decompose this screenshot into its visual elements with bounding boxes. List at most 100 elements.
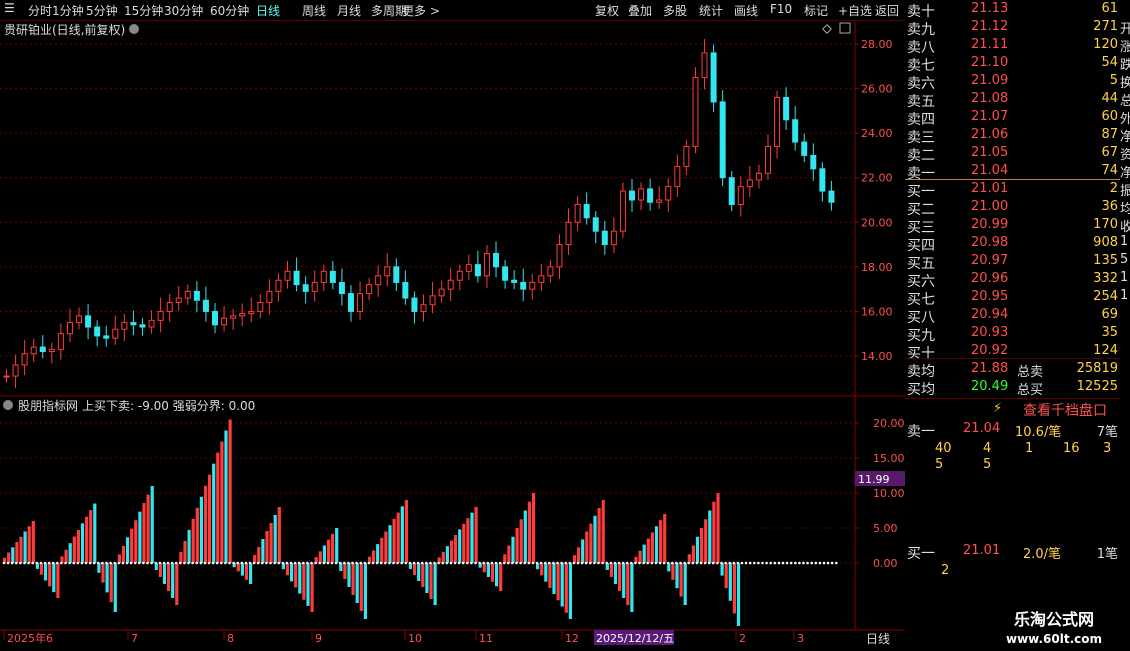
book-label: 卖九 bbox=[907, 22, 935, 38]
period-tab-4[interactable]: 30分钟 bbox=[164, 2, 203, 19]
bid-row-0[interactable]: 买一 21.01 2 bbox=[905, 181, 1120, 200]
zero-dot bbox=[105, 561, 108, 565]
candle-body-48 bbox=[438, 288, 445, 297]
period-tab-1[interactable]: 1分钟 bbox=[52, 2, 84, 19]
toolbar-action-6[interactable]: 标记 bbox=[804, 2, 828, 19]
zero-dot bbox=[154, 561, 157, 565]
zero-dot bbox=[273, 561, 276, 565]
indicator-bar-136 bbox=[560, 563, 564, 607]
indicator-bar-161 bbox=[663, 514, 667, 563]
zero-dot bbox=[757, 561, 760, 565]
zero-dot bbox=[437, 561, 440, 565]
period-tab-3[interactable]: 15分钟 bbox=[124, 2, 163, 19]
book-price: 21.00 bbox=[971, 199, 1009, 214]
bid-row-1[interactable]: 买二 21.00 36 bbox=[905, 199, 1120, 218]
indicator-bar-102 bbox=[421, 563, 425, 587]
indicator-dropdown-icon[interactable] bbox=[3, 400, 13, 410]
ask-row-8[interactable]: 卖二 21.05 67 bbox=[905, 145, 1120, 164]
zero-dot bbox=[314, 561, 317, 565]
period-tab-10[interactable]: 更多 > bbox=[402, 2, 440, 19]
strip-char: 总 bbox=[1120, 94, 1130, 109]
indicator-bar-114 bbox=[470, 512, 474, 563]
indicator-bar-141 bbox=[581, 539, 585, 563]
candle-body-49 bbox=[447, 279, 454, 290]
bid-row-2[interactable]: 买三 20.99 170 bbox=[905, 217, 1120, 236]
ask-row-7[interactable]: 卖三 21.06 87 bbox=[905, 127, 1120, 146]
bid-row-8[interactable]: 买九 20.93 35 bbox=[905, 325, 1120, 344]
period-tab-7[interactable]: 周线 bbox=[302, 2, 326, 19]
indicator-bar-92 bbox=[380, 537, 384, 563]
ask-row-1[interactable]: 卖九 21.12 271 bbox=[905, 19, 1120, 38]
indicator-bar-4 bbox=[19, 536, 23, 563]
book-volume: 67 bbox=[1101, 145, 1118, 160]
bid-row-3[interactable]: 买四 20.98 908 bbox=[905, 235, 1120, 254]
book-label: 买八 bbox=[907, 310, 935, 326]
bid-row-4[interactable]: 买五 20.97 135 bbox=[905, 253, 1120, 272]
toolbar-action-5[interactable]: F10 bbox=[770, 2, 792, 16]
bid-row-7[interactable]: 买八 20.94 69 bbox=[905, 307, 1120, 326]
book-price: 21.04 bbox=[971, 163, 1009, 178]
diamond-icon[interactable] bbox=[822, 24, 832, 34]
zero-dot bbox=[691, 561, 695, 565]
title-dropdown-icon[interactable] bbox=[129, 24, 139, 34]
toolbar-action-3[interactable]: 统计 bbox=[699, 2, 723, 19]
main-tick-label-3: 22.00 bbox=[861, 172, 893, 185]
indicator-bar-34 bbox=[142, 503, 146, 563]
period-tab-8[interactable]: 月线 bbox=[337, 2, 361, 19]
ask-row-2[interactable]: 卖八 21.11 120 bbox=[905, 37, 1120, 56]
period-tab-5[interactable]: 60分钟 bbox=[210, 2, 249, 19]
indicator-bar-73 bbox=[302, 563, 306, 600]
zero-dot bbox=[240, 561, 244, 565]
toolbar-action-8[interactable]: 返回 bbox=[875, 2, 899, 19]
ask-row-5[interactable]: 卖五 21.08 44 bbox=[905, 91, 1120, 110]
ask-row-3[interactable]: 卖七 21.10 54 bbox=[905, 55, 1120, 74]
toolbar-action-4[interactable]: 画线 bbox=[734, 2, 758, 19]
indicator-bar-29 bbox=[121, 545, 126, 563]
zero-dot bbox=[92, 561, 96, 565]
chart-area[interactable]: 28.0026.0024.0022.0020.0018.0016.0014.00… bbox=[0, 20, 905, 650]
indicator-bar-26 bbox=[109, 563, 113, 603]
book-label: 卖一 bbox=[907, 166, 935, 182]
toolbar-action-1[interactable]: 叠加 bbox=[628, 2, 652, 19]
quote-info-strip: 开涨跌换总外净资净振均收1511 bbox=[1120, 0, 1130, 650]
indicator-bar-108 bbox=[445, 546, 449, 563]
view-depth-link[interactable]: 查看千档盘口 bbox=[1023, 400, 1107, 420]
indicator-bar-53 bbox=[220, 441, 224, 563]
indicator-bar-79 bbox=[326, 539, 331, 563]
candle-body-1 bbox=[12, 364, 19, 377]
ask-row-0[interactable]: 卖十 21.13 61 bbox=[905, 1, 1120, 20]
toolbar-action-0[interactable]: 复权 bbox=[595, 2, 619, 19]
indicator-bar-19 bbox=[80, 523, 85, 563]
ask-row-6[interactable]: 卖四 21.07 60 bbox=[905, 109, 1120, 128]
candle-body-31 bbox=[284, 270, 291, 281]
indicator-bar-123 bbox=[507, 545, 511, 563]
book-price: 20.95 bbox=[971, 289, 1009, 304]
detail-bid1-price: 21.01 bbox=[963, 543, 1001, 558]
book-label: 卖十 bbox=[907, 4, 935, 20]
xaxis-label-0: 2025年6 bbox=[7, 631, 53, 645]
toolbar-action-2[interactable]: 多股 bbox=[663, 2, 687, 19]
maximize-icon[interactable] bbox=[839, 22, 851, 34]
candle-body-80 bbox=[728, 177, 735, 205]
candle-body-90 bbox=[819, 168, 826, 192]
candle-body-41 bbox=[375, 275, 382, 286]
period-tab-2[interactable]: 5分钟 bbox=[86, 2, 118, 19]
zero-dot bbox=[64, 561, 67, 565]
lightning-icon: ⚡ bbox=[993, 401, 1003, 416]
zero-dot bbox=[519, 561, 522, 565]
toolbar-action-7[interactable]: +自选 bbox=[838, 2, 872, 19]
period-tab-6[interactable]: 日线 bbox=[256, 2, 280, 19]
zero-dot bbox=[753, 561, 756, 565]
ask-row-4[interactable]: 卖六 21.09 5 bbox=[905, 73, 1120, 92]
indicator-bar-28 bbox=[117, 554, 121, 563]
menu-icon[interactable]: ☰ bbox=[4, 1, 15, 15]
period-tab-0[interactable]: 分时 bbox=[28, 2, 52, 19]
indicator-bar-121 bbox=[499, 563, 503, 591]
indicator-bar-153 bbox=[630, 563, 634, 612]
zero-dot bbox=[589, 561, 592, 565]
bid-row-6[interactable]: 买七 20.95 254 bbox=[905, 289, 1120, 308]
zero-dot bbox=[384, 561, 387, 565]
bid-row-5[interactable]: 买六 20.96 332 bbox=[905, 271, 1120, 290]
zero-dot bbox=[724, 561, 727, 565]
zero-dot bbox=[576, 561, 580, 565]
